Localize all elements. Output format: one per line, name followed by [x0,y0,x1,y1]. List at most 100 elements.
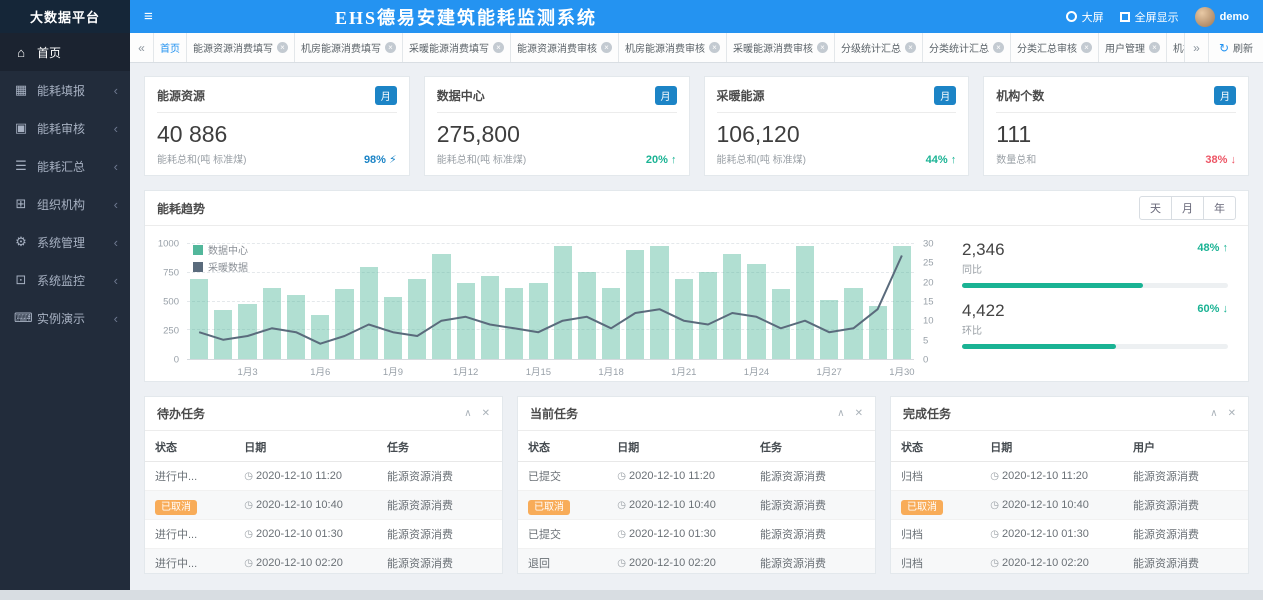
month-badge[interactable]: 月 [1214,86,1236,105]
org-icon: ⊞ [14,196,28,212]
tab-label: 采暖能源消费填写 [409,40,489,55]
tab-close-icon[interactable]: × [601,42,612,53]
table-row[interactable]: 退回◷2020-12-10 02:20能源资源消费 [518,549,875,575]
tab-close-icon[interactable]: × [817,42,828,53]
legend-item[interactable]: 采暖数据 [193,259,248,274]
month-badge[interactable]: 月 [934,86,956,105]
chevron-left-icon: ‹ [114,235,118,250]
table-row[interactable]: 已取消◷2020-12-10 10:40能源资源消费 [518,491,875,520]
user-menu[interactable]: demo [1195,7,1249,27]
tab-label: 机房能源消费填写 [301,40,381,55]
sidebar-item-energy-summary[interactable]: ☰能耗汇总‹ [0,147,130,185]
sidebar-item-energy-audit[interactable]: ▣能耗审核‹ [0,109,130,147]
sidebar-item-home[interactable]: ⌂首页 [0,33,130,71]
date-cell: ◷2020-12-10 01:30 [607,520,750,549]
table-row[interactable]: 归档◷2020-12-10 01:30能源资源消费 [891,520,1248,549]
tab-5[interactable]: 能源资源消费审核× [511,33,619,62]
tab-10[interactable]: 分类汇总审核× [1011,33,1099,62]
tab-close-icon[interactable]: × [1149,42,1160,53]
table-row[interactable]: 已提交◷2020-12-10 01:30能源资源消费 [518,520,875,549]
month-badge[interactable]: 月 [375,86,397,105]
legend-label: 数据中心 [208,242,248,257]
table-row[interactable]: 进行中...◷2020-12-10 11:20能源资源消费 [145,462,502,491]
tab-7[interactable]: 采暖能源消费审核 × [727,33,835,62]
stat-card-value: 111 [996,121,1036,148]
sidebar-menu: ⌂首页▦能耗填报‹▣能耗审核‹☰能耗汇总‹ ⊞ 组织机构 ‹⚙系统管理‹⊡系统监控‹⌨… [0,33,130,337]
tab-1[interactable]: 首页 [154,33,187,62]
tab-close-icon[interactable]: × [1081,42,1092,53]
table-row[interactable]: 已提交◷2020-12-10 11:20能源资源消费 [518,462,875,491]
refresh-button[interactable]: ↻ 刷新 [1208,33,1263,62]
collapse-icon[interactable]: ∧ [464,408,471,419]
stat-card-value-block: 275,800能耗总和(吨 标准煤) [437,121,526,166]
status-cell: 归档 [891,520,980,549]
stat-card-value-block: 111数量总和 [996,121,1036,166]
tab-close-icon[interactable]: × [277,42,288,53]
clock-icon: ◷ [990,500,999,511]
table-row[interactable]: 已取消◷2020-12-10 10:40能源资源消费 [891,491,1248,520]
tab-9[interactable]: 分类统计汇总× [923,33,1011,62]
sidebar-item-organization[interactable]: ⊞组织机构‹ [0,185,130,223]
tab-8[interactable]: 分级统计汇总× [835,33,923,62]
sidebar-item-label: 组织机构 [37,196,105,213]
task-table: 状态日期任务已提交◷2020-12-10 11:20能源资源消费已取消◷2020… [518,431,875,574]
table-row[interactable]: 进行中...◷2020-12-10 02:20能源资源消费 [145,549,502,575]
collapse-icon[interactable]: ∧ [837,408,844,419]
tab-4[interactable]: 采暖能源消费填写 × [403,33,511,62]
menu-toggle-icon[interactable]: ≡ [130,8,167,25]
tab-close-icon[interactable]: × [385,42,396,53]
range-button-month[interactable]: 月 [1171,196,1204,220]
tabs-scroll-right-button[interactable]: » [1184,33,1208,62]
x-axis-tick-label: 1月24 [744,364,769,378]
task-text: 能源资源消费 [387,529,453,541]
fullscreen-icon [1120,12,1130,22]
table-row[interactable]: 已取消◷2020-12-10 10:40能源资源消费 [145,491,502,520]
tab-close-icon[interactable]: × [905,42,916,53]
tab-11[interactable]: 用户管理× [1099,33,1167,62]
big-screen-button[interactable]: 大屏 [1066,9,1104,25]
tab-12[interactable]: 机构管理× [1167,33,1184,62]
sidebar-item-system-monitor[interactable]: ⊡系统监控‹ [0,261,130,299]
sidebar-item-demo-example[interactable]: ⌨实例演示‹ [0,299,130,337]
sidebar-item-system-management[interactable]: ⚙系统管理‹ [0,223,130,261]
table-row[interactable]: 归档◷2020-12-10 11:20能源资源消费 [891,462,1248,491]
tabs-scroll-left-button[interactable]: « [130,33,154,62]
tab-close-icon[interactable]: × [709,42,720,53]
status-cell: 已取消 [891,491,980,520]
sidebar-item-energy-fill[interactable]: ▦能耗填报‹ [0,71,130,109]
stat-card-energy-resource: 能源资源月40 886能耗总和(吨 标准煤)98% ⚡ [144,76,410,176]
range-button-day[interactable]: 天 [1139,196,1172,220]
y-axis-left: 02505007501000 [153,244,183,360]
status-text: 进行中... [155,471,197,483]
tab-6[interactable]: 机房能源消费审核× [619,33,727,62]
x-axis: 1月31月61月91月121月151月181月211月241月271月30 [187,364,914,378]
status-text: 归档 [901,529,923,541]
y-axis-tick-label: 1000 [158,239,179,250]
task-panel-header: 完成任务∧✕ [891,397,1248,431]
tab-close-icon[interactable]: × [493,42,504,53]
legend-item[interactable]: 数据中心 [193,242,248,257]
y-axis-tick-label: 20 [923,277,934,288]
tab-3[interactable]: 机房能源消费填写 × [295,33,403,62]
close-icon[interactable]: ✕ [855,408,863,419]
table-row[interactable]: 归档◷2020-12-10 02:20能源资源消费 [891,549,1248,575]
collapse-icon[interactable]: ∧ [1210,408,1217,419]
task-panel-completed-tasks: 完成任务∧✕状态日期用户归档◷2020-12-10 11:20能源资源消费已取消… [890,396,1249,574]
month-badge[interactable]: 月 [655,86,677,105]
tab-2[interactable]: 能源资源消费填写× [187,33,295,62]
date-cell: ◷2020-12-10 02:20 [980,549,1123,575]
tab-label: 采暖能源消费审核 [733,40,813,55]
home-icon: ⌂ [14,45,28,60]
clock-icon: ◷ [244,529,253,540]
task-cell: 能源资源消费 [750,462,875,491]
status-cell: 进行中... [145,549,234,575]
range-button-year[interactable]: 年 [1203,196,1236,220]
tab-close-icon[interactable]: × [993,42,1004,53]
fullscreen-button[interactable]: 全屏显示 [1120,9,1179,25]
task-panel-title: 待办任务 [157,405,205,422]
table-row[interactable]: 进行中...◷2020-12-10 01:30能源资源消费 [145,520,502,549]
date-cell: ◷2020-12-10 01:30 [980,520,1123,549]
trend-line-svg [187,244,914,359]
close-icon[interactable]: ✕ [482,408,490,419]
close-icon[interactable]: ✕ [1228,408,1236,419]
